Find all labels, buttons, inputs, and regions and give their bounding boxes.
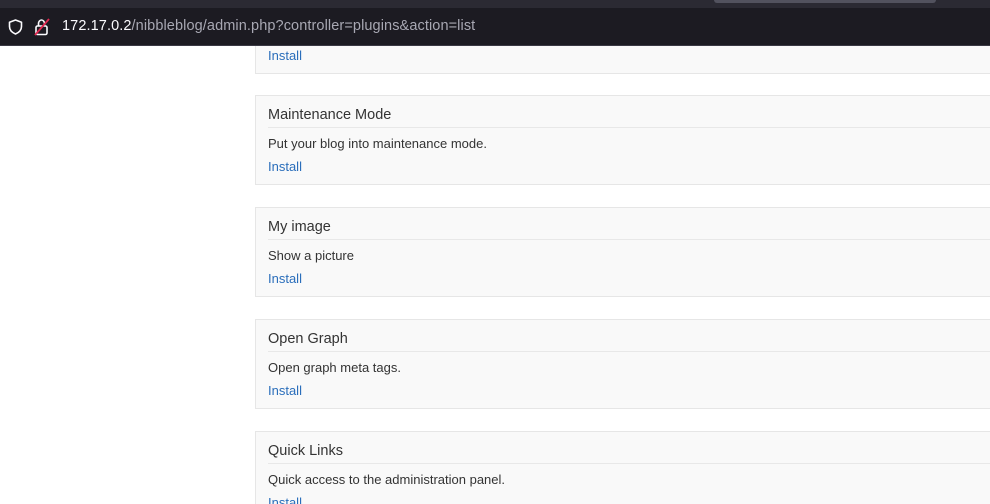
- browser-toolbar: 172.17.0.2/nibbleblog/admin.php?controll…: [0, 0, 990, 46]
- url-host: 172.17.0.2: [62, 18, 132, 34]
- plugin-divider: [268, 127, 990, 128]
- plugin-title: Open Graph: [268, 331, 348, 347]
- plugin-card-quick-links: Quick Links Quick access to the administ…: [255, 431, 990, 504]
- install-link[interactable]: Install: [268, 495, 302, 504]
- plugin-description: Quick access to the administration panel…: [268, 472, 506, 487]
- plugin-card: Install: [255, 46, 990, 74]
- install-link[interactable]: Install: [268, 271, 302, 286]
- install-link[interactable]: Install: [268, 159, 302, 174]
- url-path: /nibbleblog/admin.php?controller=plugins…: [131, 18, 476, 34]
- page-content: Install Maintenance Mode Put your blog i…: [0, 46, 990, 504]
- url-text[interactable]: 172.17.0.2/nibbleblog/admin.php?controll…: [62, 18, 475, 34]
- plugin-divider: [268, 463, 990, 464]
- plugin-title: Quick Links: [268, 443, 343, 459]
- plugin-description: Put your blog into maintenance mode.: [268, 136, 487, 151]
- plugin-divider: [268, 351, 990, 352]
- plugin-title: Maintenance Mode: [268, 107, 392, 123]
- address-bar[interactable]: 172.17.0.2/nibbleblog/admin.php?controll…: [0, 8, 990, 46]
- plugin-card-maintenance-mode: Maintenance Mode Put your blog into main…: [255, 95, 990, 185]
- plugin-card-my-image: My image Show a picture Install: [255, 207, 990, 297]
- install-link[interactable]: Install: [268, 48, 302, 63]
- browser-tab[interactable]: [714, 0, 936, 3]
- install-link[interactable]: Install: [268, 383, 302, 398]
- plugin-card-open-graph: Open Graph Open graph meta tags. Install: [255, 319, 990, 409]
- plugin-title: My image: [268, 219, 331, 235]
- tab-strip: [0, 0, 990, 8]
- plugin-description: Show a picture: [268, 248, 354, 263]
- lock-icon[interactable]: [34, 18, 50, 36]
- plugin-divider: [268, 239, 990, 240]
- plugin-description: Open graph meta tags.: [268, 360, 401, 375]
- shield-icon[interactable]: [8, 19, 23, 35]
